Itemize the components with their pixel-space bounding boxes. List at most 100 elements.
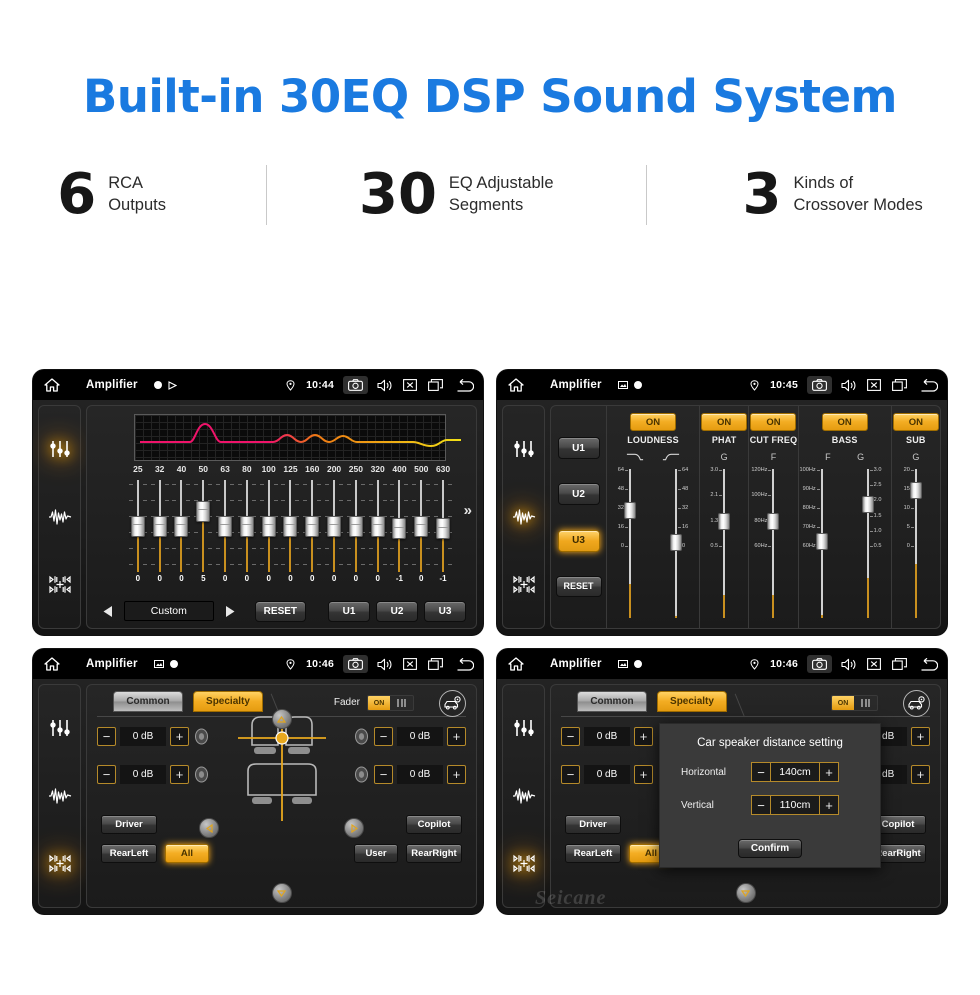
camera-icon[interactable] [807, 376, 832, 394]
crossover-u2-button[interactable]: U2 [557, 483, 600, 506]
position-rearleft-button[interactable]: RearLeft [565, 844, 621, 863]
volume-icon[interactable] [841, 658, 856, 671]
reset-button[interactable]: RESET [254, 600, 307, 622]
waveform-icon[interactable] [511, 504, 537, 530]
position-user-button[interactable]: User [354, 844, 398, 863]
camera-icon[interactable] [343, 376, 368, 394]
eq-knob[interactable] [130, 515, 145, 537]
db-minus-button[interactable]: − [374, 727, 393, 746]
car-settings-icon[interactable] [439, 690, 466, 717]
horizontal-plus-button[interactable]: + [819, 762, 839, 782]
preset-name[interactable]: Custom [124, 601, 214, 621]
equalizer-sliders-icon[interactable] [511, 715, 537, 741]
speaker-balance-icon[interactable] [47, 851, 73, 877]
position-rearleft-button[interactable]: RearLeft [101, 844, 157, 863]
eq-slider-200[interactable] [323, 480, 345, 572]
slider-bass-1[interactable]: 3.0 2.5 2.0 1.5 1.0 0.5 [845, 467, 891, 622]
speaker-balance-icon[interactable] [47, 572, 73, 598]
horizontal-minus-button[interactable]: − [751, 762, 771, 782]
crossover-reset-button[interactable]: RESET [555, 575, 602, 597]
eq-knob[interactable] [436, 518, 451, 540]
car-settings-icon[interactable] [903, 690, 930, 717]
eq-knob[interactable] [174, 515, 189, 537]
waveform-icon[interactable] [511, 783, 537, 809]
back-icon[interactable] [454, 378, 474, 392]
equalizer-sliders-icon[interactable] [511, 436, 537, 462]
preset-prev-button[interactable] [99, 602, 118, 620]
position-driver-button[interactable]: Driver [565, 815, 621, 834]
slider-knob[interactable] [861, 495, 874, 513]
cut-freq-on-button[interactable]: ON [750, 413, 797, 431]
eq-knob[interactable] [414, 515, 429, 537]
equalizer-sliders-icon[interactable] [47, 436, 73, 462]
vertical-plus-button[interactable]: + [819, 795, 839, 815]
slider-knob[interactable] [909, 482, 922, 500]
volume-icon[interactable] [377, 379, 392, 392]
back-icon[interactable] [454, 657, 474, 671]
db-minus-button[interactable]: − [97, 727, 116, 746]
db-minus-button[interactable]: − [374, 765, 393, 784]
preset-u1-button[interactable]: U1 [328, 600, 371, 622]
volume-icon[interactable] [841, 379, 856, 392]
crossover-u1-button[interactable]: U1 [557, 437, 600, 460]
fader-toggle[interactable]: ON [367, 695, 414, 711]
slider-knob[interactable] [718, 512, 731, 530]
db-minus-button[interactable]: − [561, 765, 580, 784]
eq-slider-80[interactable] [236, 480, 258, 572]
position-left-button[interactable] [199, 818, 219, 838]
eq-slider-125[interactable] [280, 480, 302, 572]
volume-icon[interactable] [377, 658, 392, 671]
double-chevron-right-icon[interactable]: » [464, 502, 472, 519]
camera-icon[interactable] [807, 655, 832, 673]
sub-on-button[interactable]: ON [892, 413, 939, 431]
home-icon[interactable] [508, 657, 524, 671]
eq-slider-63[interactable] [214, 480, 236, 572]
back-icon[interactable] [918, 378, 938, 392]
preset-next-button[interactable] [220, 602, 239, 620]
home-icon[interactable] [44, 657, 60, 671]
db-plus-button[interactable]: + [170, 727, 189, 746]
preset-u2-button[interactable]: U2 [376, 600, 419, 622]
eq-knob[interactable] [370, 515, 385, 537]
loudness-on-button[interactable]: ON [630, 413, 676, 431]
waveform-icon[interactable] [47, 504, 73, 530]
slider-sub-0[interactable]: 20 15 10 5 0 [893, 467, 939, 622]
eq-slider-160[interactable] [301, 480, 323, 572]
slider-knob[interactable] [670, 533, 682, 551]
eq-knob[interactable] [283, 515, 298, 537]
close-box-icon[interactable] [403, 379, 417, 391]
slider-knob[interactable] [815, 533, 828, 551]
eq-knob[interactable] [305, 515, 320, 537]
position-up-button[interactable] [271, 709, 292, 729]
position-down-button[interactable] [271, 883, 292, 903]
eq-knob[interactable] [239, 515, 254, 537]
close-box-icon[interactable] [403, 658, 417, 670]
eq-knob[interactable] [218, 515, 233, 537]
eq-slider-500[interactable] [410, 480, 432, 572]
vertical-minus-button[interactable]: − [751, 795, 771, 815]
position-right-button[interactable] [344, 818, 364, 838]
db-plus-button[interactable]: + [170, 765, 189, 784]
eq-slider-320[interactable] [367, 480, 389, 572]
recents-icon[interactable] [428, 379, 443, 391]
close-box-icon[interactable] [867, 379, 881, 391]
eq-knob[interactable] [152, 515, 167, 537]
db-plus-button[interactable]: + [634, 765, 653, 784]
phat-on-button[interactable]: ON [701, 413, 748, 431]
crossover-u3-button[interactable]: U3 [557, 529, 600, 552]
position-rearright-button[interactable]: RearRight [406, 844, 462, 863]
back-icon[interactable] [918, 657, 938, 671]
recents-icon[interactable] [428, 658, 443, 670]
db-minus-button[interactable]: − [561, 727, 580, 746]
position-copilot-button[interactable]: Copilot [406, 815, 462, 834]
eq-knob[interactable] [392, 518, 407, 540]
eq-knob[interactable] [261, 515, 276, 537]
slider-loudness-0[interactable]: 64 48 32 16 0 [607, 467, 653, 622]
eq-knob[interactable] [327, 515, 342, 537]
speaker-balance-icon[interactable] [511, 572, 537, 598]
slider-knob[interactable] [767, 512, 780, 530]
db-plus-button[interactable]: + [447, 765, 466, 784]
slider-loudness-1[interactable]: 64 48 32 16 0 [653, 467, 699, 622]
position-down-button[interactable] [735, 883, 756, 903]
recents-icon[interactable] [892, 379, 907, 391]
